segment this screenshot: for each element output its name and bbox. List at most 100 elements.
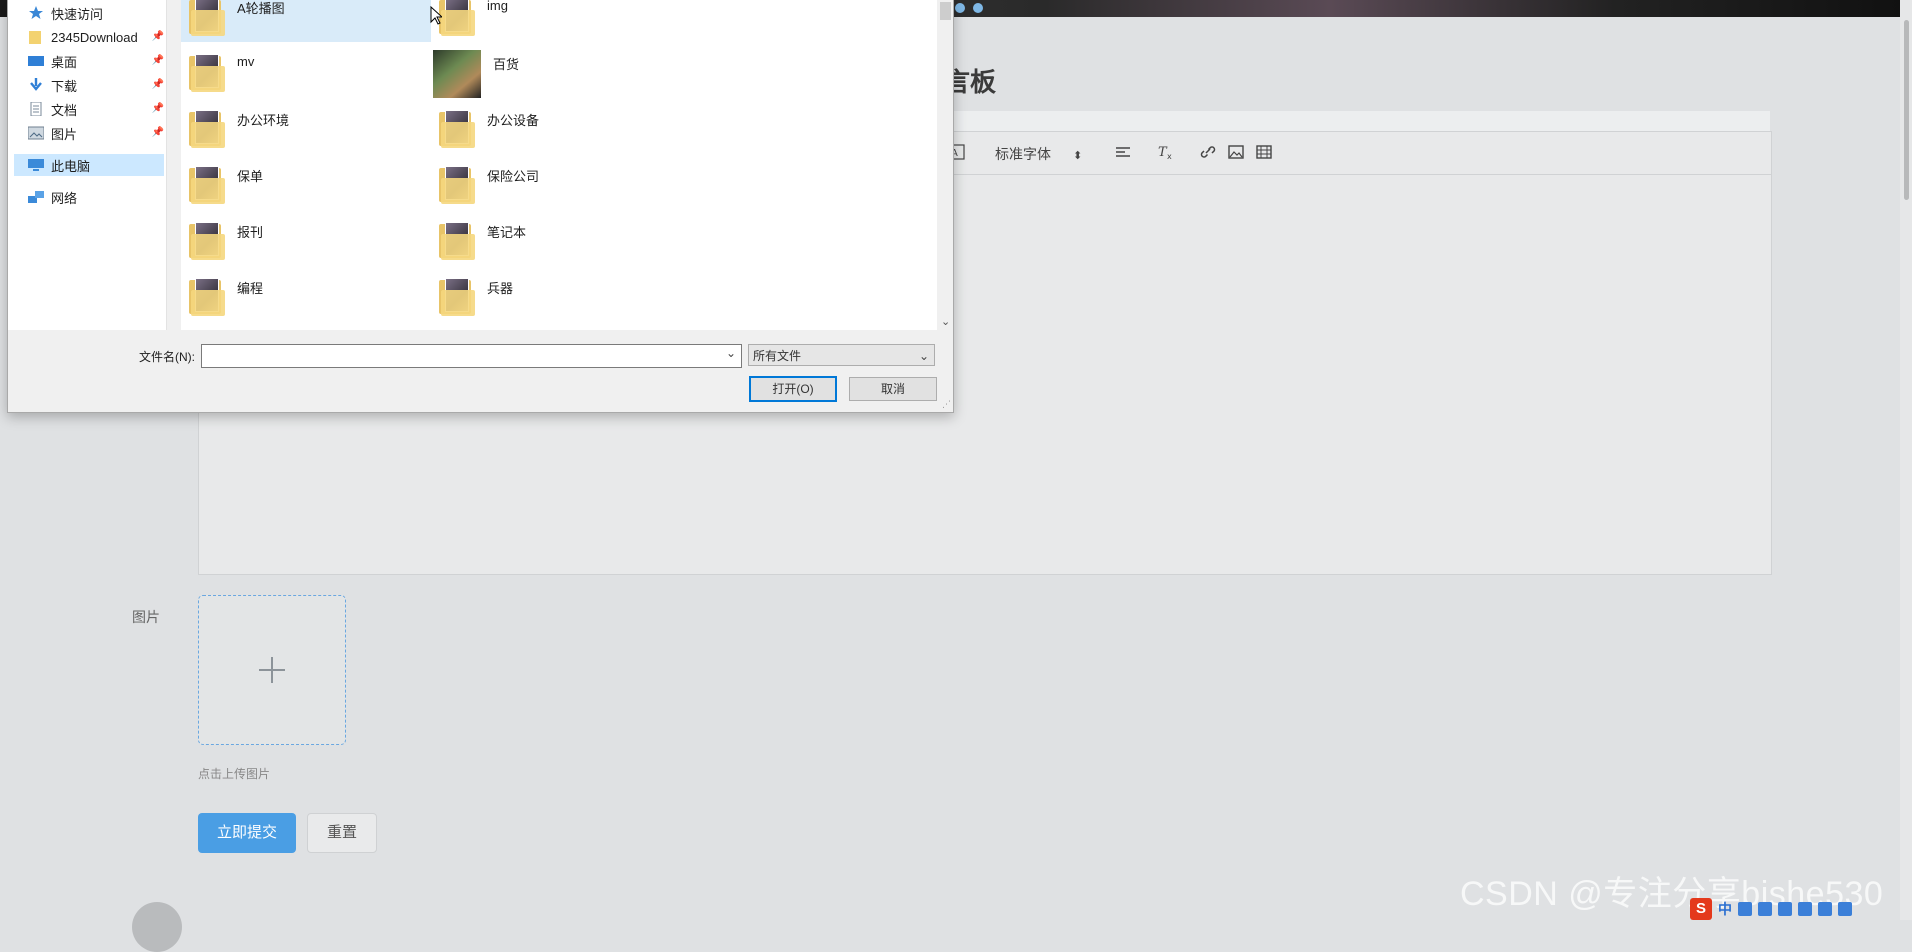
file-name: 保险公司: [487, 169, 540, 184]
system-tray: S 中: [1690, 897, 1912, 920]
folder-icon: [439, 0, 475, 36]
apps-icon[interactable]: [1838, 901, 1852, 916]
file-name: 报刊: [237, 225, 264, 240]
submit-button[interactable]: 立即提交: [198, 813, 296, 853]
link-icon[interactable]: [1199, 144, 1217, 160]
folder-icon: [439, 164, 475, 204]
video-icon[interactable]: [1255, 144, 1273, 160]
computer-icon: [28, 159, 44, 171]
align-left-icon[interactable]: [1114, 144, 1132, 160]
file-item[interactable]: 办公设备: [431, 106, 681, 154]
nav-item-desktop[interactable]: 桌面 📌: [28, 50, 168, 72]
nav-item-label: 桌面: [51, 54, 78, 70]
svg-text:x: x: [1167, 152, 1172, 160]
file-item[interactable]: 保单: [181, 162, 431, 210]
document-icon: [30, 102, 42, 116]
pictures-icon: [28, 126, 44, 140]
carousel-dot[interactable]: [973, 3, 983, 13]
nav-item-network[interactable]: 网络: [28, 186, 168, 208]
chevron-down-icon: ⌄: [918, 349, 929, 363]
file-item[interactable]: 办公环境: [181, 106, 431, 154]
folder-icon: [439, 276, 475, 316]
folder-icon: [189, 108, 225, 148]
nav-item-label: 图片: [51, 126, 78, 142]
resize-grip-icon[interactable]: ⋰: [942, 399, 951, 410]
file-type-value: 所有文件: [753, 349, 802, 363]
font-family-value: 标准字体: [995, 146, 1051, 162]
toolbox-icon[interactable]: [1818, 901, 1832, 916]
carousel-dot[interactable]: [955, 3, 965, 13]
file-item[interactable]: 笔记本: [431, 218, 681, 266]
chevron-down-icon[interactable]: ⌄: [726, 346, 736, 360]
image-thumbnail: [433, 50, 481, 98]
reset-button[interactable]: 重置: [307, 813, 377, 853]
filename-input[interactable]: [201, 344, 742, 368]
open-button[interactable]: 打开(O): [749, 376, 837, 402]
nav-item-label: 2345Download: [51, 29, 138, 45]
upload-hint: 点击上传图片: [198, 767, 271, 781]
download-icon: [30, 78, 42, 91]
floating-round-button[interactable]: [132, 902, 182, 952]
file-name: 笔记本: [487, 225, 527, 240]
nav-item-downloads[interactable]: 下载 📌: [28, 74, 168, 96]
folder-icon: [189, 220, 225, 260]
file-item[interactable]: 报刊: [181, 218, 431, 266]
folder-icon: [29, 31, 41, 44]
file-item[interactable]: 保险公司: [431, 162, 681, 210]
cancel-button[interactable]: 取消: [849, 377, 937, 401]
file-name: 保单: [237, 169, 264, 184]
folder-icon: [189, 0, 225, 36]
folder-icon: [189, 276, 225, 316]
nav-item-pictures[interactable]: 图片 📌: [28, 122, 168, 144]
font-family-select[interactable]: 标准字体 ⬍: [995, 144, 1082, 164]
clear-format-icon[interactable]: Tx: [1157, 144, 1175, 160]
file-name: 兵器: [487, 281, 514, 296]
nav-item-label: 下载: [51, 78, 78, 94]
skin-icon[interactable]: [1798, 901, 1812, 916]
file-name: mv: [237, 54, 255, 69]
select-arrows-icon: ⬍: [1073, 150, 1083, 162]
file-item[interactable]: img: [431, 0, 681, 42]
file-item[interactable]: 兵器: [431, 274, 681, 322]
microphone-icon[interactable]: [1758, 901, 1772, 916]
file-item[interactable]: mv: [181, 50, 431, 98]
nav-item-label: 此电脑: [51, 158, 91, 174]
image-upload-box[interactable]: [198, 595, 346, 745]
keyboard-icon[interactable]: [1778, 901, 1792, 916]
nav-item-label: 文档: [51, 102, 78, 118]
image-field-label: 图片: [132, 609, 160, 625]
file-item[interactable]: 编程: [181, 274, 431, 322]
nav-item-2345download[interactable]: 2345Download 📌: [28, 26, 168, 48]
pin-icon: 📌: [151, 31, 164, 42]
nav-item-label: 快速访问: [51, 6, 104, 22]
pin-icon: 📌: [151, 103, 164, 114]
ime-language-indicator[interactable]: 中: [1718, 899, 1732, 919]
nav-item-documents[interactable]: 文档 📌: [28, 98, 168, 120]
file-item[interactable]: 百货: [431, 50, 681, 98]
desktop-icon: [28, 56, 44, 66]
pin-icon: 📌: [151, 127, 164, 138]
file-list-area: A轮播图 img mv 百货 办公环境 办公设备 保单 保险公司 报刊 笔记本 …: [181, 0, 937, 330]
nav-item-this-pc[interactable]: 此电脑: [14, 154, 164, 176]
folder-icon: [439, 108, 475, 148]
page-scrollbar[interactable]: [1900, 0, 1912, 920]
pin-icon: 📌: [151, 55, 164, 66]
punctuation-icon[interactable]: [1738, 901, 1752, 916]
scrollbar-thumb[interactable]: [940, 2, 951, 20]
nav-item-quick-access[interactable]: 快速访问: [28, 2, 168, 24]
file-name: 办公环境: [237, 113, 290, 128]
file-type-select[interactable]: 所有文件 ⌄: [748, 344, 935, 366]
file-list-scrollbar[interactable]: ⌄: [938, 0, 953, 330]
star-icon: [29, 6, 43, 19]
scroll-down-icon[interactable]: ⌄: [941, 315, 950, 328]
ime-logo-icon[interactable]: S: [1690, 897, 1712, 920]
file-name: 百货: [493, 57, 520, 72]
page-scrollbar-thumb[interactable]: [1904, 20, 1909, 200]
navigation-pane: 快速访问 2345Download 📌 桌面 📌 下载 📌 文档 📌 图片 📌 此电脑: [8, 0, 167, 330]
image-icon[interactable]: [1227, 144, 1245, 160]
folder-icon: [189, 52, 225, 92]
file-name: img: [487, 0, 508, 13]
banner-carousel-dots[interactable]: [955, 0, 995, 13]
file-item[interactable]: A轮播图: [181, 0, 431, 42]
file-open-dialog: 快速访问 2345Download 📌 桌面 📌 下载 📌 文档 📌 图片 📌 此电脑: [7, 0, 954, 413]
